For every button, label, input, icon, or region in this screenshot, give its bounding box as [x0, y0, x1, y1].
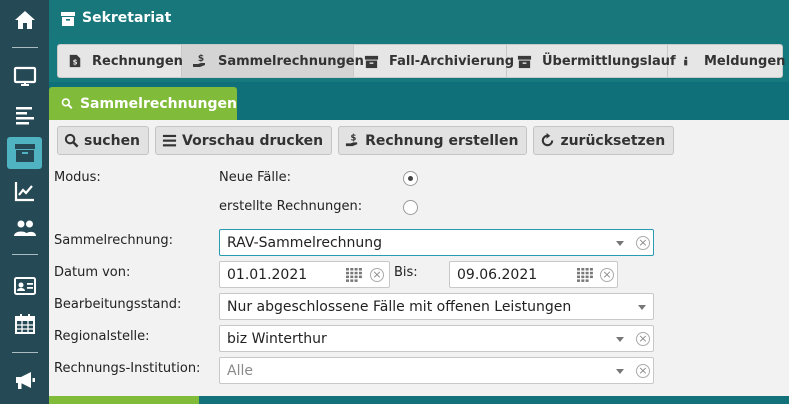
calendar-icon[interactable] — [346, 268, 362, 282]
toolbar: suchen Vorschau drucken $ Rechnung erste… — [57, 126, 675, 155]
date-from-value: 01.01.2021 — [227, 266, 308, 283]
monitor-icon[interactable] — [7, 61, 42, 93]
status-select[interactable]: Nur abgeschlossene Fälle mit offenen Lei… — [219, 293, 654, 320]
tab-label: Rechnungen — [92, 53, 183, 69]
svg-text:$: $ — [198, 54, 204, 64]
sidebar-divider — [12, 254, 38, 255]
calendar-icon[interactable] — [577, 268, 593, 282]
info-icon — [678, 53, 694, 69]
chevron-down-icon — [616, 369, 624, 374]
institution-value: Alle — [227, 362, 253, 379]
institution-label: Rechnungs-Institution: — [54, 361, 201, 376]
tab-label: Meldungen — [704, 53, 786, 69]
tab-sammelrechnungen[interactable]: $ Sammelrechnungen — [182, 45, 364, 77]
institution-select[interactable]: Alle × — [219, 357, 654, 384]
chevron-down-icon — [616, 337, 624, 342]
print-preview-button[interactable]: Vorschau drucken — [155, 126, 333, 155]
calendar-icon[interactable] — [7, 308, 42, 340]
users-icon[interactable] — [7, 212, 42, 244]
section-title: Sammelrechnungen — [79, 95, 237, 112]
megaphone-icon[interactable] — [7, 364, 42, 396]
chart-icon[interactable] — [7, 175, 42, 207]
mode-label: Modus: — [54, 170, 101, 185]
sidebar — [0, 0, 49, 404]
date-to-label: Bis: — [394, 265, 418, 280]
reset-button-label: zurücksetzen — [560, 132, 666, 149]
search-panel: suchen Vorschau drucken $ Rechnung erste… — [49, 120, 789, 396]
clear-icon[interactable]: × — [370, 268, 384, 282]
archive-icon — [61, 12, 75, 26]
mode-option-new: Neue Fälle: — [219, 170, 291, 185]
tab-label: Fall-Archivierung — [389, 53, 515, 69]
collective-invoice-select[interactable]: RAV-Sammelrechnung × — [219, 229, 654, 256]
clear-icon[interactable]: × — [636, 332, 650, 346]
search-icon — [61, 98, 73, 110]
chevron-down-icon — [616, 241, 624, 246]
app-header: Sekretariat — [49, 0, 789, 39]
search-icon — [64, 133, 79, 148]
collective-label: Sammelrechnung: — [54, 233, 173, 248]
tab-label: Übermittlungslauf — [542, 53, 676, 69]
svg-text:$: $ — [351, 133, 357, 143]
archive-icon[interactable] — [7, 137, 42, 169]
rotate-icon — [542, 133, 554, 147]
sidebar-divider — [12, 352, 38, 353]
svg-text:$: $ — [73, 59, 78, 67]
tab-fall-archivierung[interactable]: Fall-Archivierung — [354, 45, 514, 77]
page-title: Sekretariat — [82, 10, 172, 26]
date-to-field[interactable]: 09.06.2021 × — [449, 261, 618, 288]
clear-icon[interactable]: × — [636, 364, 650, 378]
list-icon — [162, 134, 177, 147]
date-to-value: 09.06.2021 — [457, 266, 538, 283]
search-button[interactable]: suchen — [57, 126, 150, 155]
id-card-icon[interactable] — [7, 270, 42, 302]
list-icon[interactable] — [7, 99, 42, 131]
mode-option-created: erstellte Rechnungen: — [219, 199, 363, 214]
search-button-label: suchen — [84, 132, 141, 149]
bottom-tab[interactable] — [49, 396, 199, 404]
section-tab[interactable]: Sammelrechnungen — [49, 87, 237, 120]
radio-created-invoices[interactable] — [403, 200, 418, 215]
chevron-down-icon — [638, 305, 646, 310]
archive-icon — [364, 53, 379, 69]
invoice-icon: $ — [68, 53, 82, 69]
region-label: Regionalstelle: — [54, 329, 150, 344]
region-value: biz Winterthur — [227, 330, 327, 347]
archive-icon — [517, 53, 532, 69]
region-select[interactable]: biz Winterthur × — [219, 325, 654, 352]
tab-label: Sammelrechnungen — [218, 53, 364, 69]
clear-icon[interactable]: × — [636, 236, 650, 250]
date-from-label: Datum von: — [54, 265, 131, 280]
module-tabs: $ Rechnungen $ Sammelrechnungen Fall-Arc… — [57, 44, 785, 78]
tab-meldungen[interactable]: Meldungen — [668, 45, 789, 77]
status-label: Bearbeitungsstand: — [54, 297, 182, 312]
create-invoice-label: Rechnung erstellen — [365, 132, 519, 149]
home-icon[interactable] — [7, 4, 42, 36]
sidebar-divider — [12, 47, 38, 48]
tab-uebermittlungslauf[interactable]: Übermittlungslauf — [507, 45, 676, 77]
reset-button[interactable]: zurücksetzen — [533, 126, 675, 155]
collective-invoice-value: RAV-Sammelrechnung — [227, 234, 383, 251]
create-invoice-button[interactable]: $ Rechnung erstellen — [338, 126, 528, 155]
clear-icon[interactable]: × — [600, 268, 614, 282]
hand-money-icon: $ — [192, 53, 208, 69]
print-preview-label: Vorschau drucken — [182, 132, 324, 149]
status-value: Nur abgeschlossene Fälle mit offenen Lei… — [227, 298, 572, 315]
radio-new-cases[interactable] — [403, 171, 418, 186]
hand-money-icon: $ — [346, 133, 358, 147]
tab-rechnungen[interactable]: $ Rechnungen — [58, 45, 183, 77]
date-from-field[interactable]: 01.01.2021 × — [219, 261, 390, 288]
